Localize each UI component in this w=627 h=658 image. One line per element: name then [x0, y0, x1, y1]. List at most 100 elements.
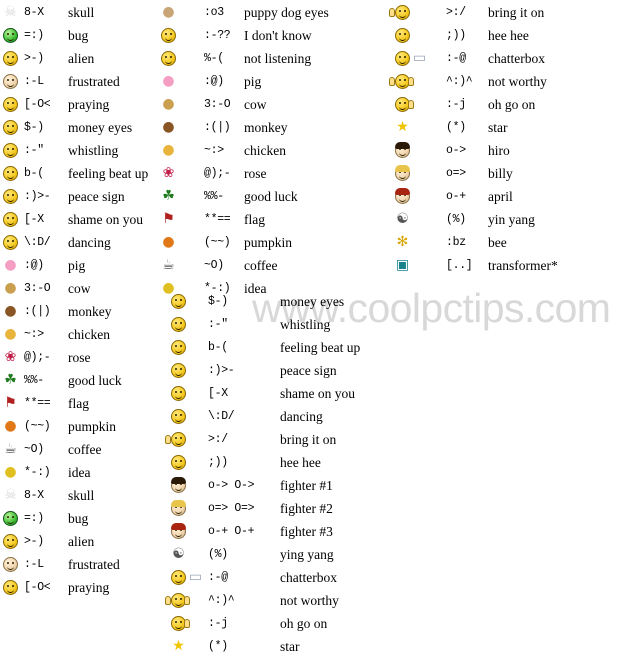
emoticon-shortcut-code: [-X	[208, 387, 228, 400]
hee-hee-emoticon[interactable]	[394, 27, 411, 44]
yin-yang-emoticon[interactable]: ☯	[394, 211, 411, 228]
emoticon-icon-cell: ✻	[394, 232, 446, 253]
emoticon-row: :-j oh go on	[170, 612, 400, 635]
cow-emoticon[interactable]: ●	[2, 280, 19, 297]
pig-emoticon[interactable]: ●	[160, 73, 177, 90]
flag-emoticon[interactable]: ⚑	[2, 395, 19, 412]
bring-it-on-emoticon[interactable]	[165, 431, 187, 448]
shame-on-you-emoticon[interactable]	[170, 385, 187, 402]
ying-yang-emoticon[interactable]: ☯	[170, 546, 187, 563]
chicken-emoticon[interactable]: ●	[160, 142, 177, 159]
emoticon-name-label: ying yang	[280, 546, 334, 562]
coffee-emoticon[interactable]: ☕	[2, 441, 19, 458]
pumpkin-emoticon[interactable]: ●	[160, 234, 177, 251]
idea-emoticon[interactable]: ●	[2, 464, 19, 481]
fighter-1-emoticon[interactable]	[170, 477, 187, 494]
emoticon-row: ☘ %%- good luck	[2, 369, 160, 392]
emoticon-row: ❀ @);- rose	[2, 346, 160, 369]
oh-go-on-emoticon[interactable]	[394, 96, 414, 113]
rose-emoticon[interactable]: ❀	[160, 165, 177, 182]
oh-go-on-emoticon[interactable]	[170, 615, 190, 632]
flag-emoticon[interactable]: ⚑	[160, 211, 177, 228]
peace-sign-emoticon[interactable]	[2, 188, 19, 205]
emoticon-name-label: hee hee	[488, 27, 529, 43]
hee-hee-emoticon[interactable]	[170, 454, 187, 471]
whistling-emoticon[interactable]	[2, 142, 19, 159]
pig-emoticon[interactable]: ●	[2, 257, 19, 274]
bring-it-on-emoticon[interactable]	[389, 4, 411, 21]
pumpkin-emoticon[interactable]: ●	[2, 418, 19, 435]
chicken-emoticon[interactable]: ●	[2, 326, 19, 343]
fighter-3-emoticon[interactable]	[170, 523, 187, 540]
feeling-beat-up-emoticon[interactable]	[2, 165, 19, 182]
frustrated-emoticon[interactable]	[2, 556, 19, 573]
emoticon-name-label: flag	[244, 211, 265, 227]
good-luck-emoticon[interactable]: ☘	[160, 188, 177, 205]
april-emoticon[interactable]	[394, 188, 411, 205]
emoticon-icon-cell: ☠	[2, 485, 24, 506]
emoticon-row: ❀ @);- rose	[160, 162, 354, 185]
emoticon-icon-cell	[170, 360, 208, 381]
not-worthy-emoticon[interactable]	[389, 73, 414, 90]
bug-emoticon[interactable]	[2, 510, 19, 527]
emoticon-name-label: not worthy	[280, 592, 339, 608]
money-eyes-emoticon[interactable]	[2, 119, 19, 136]
hiro-emoticon[interactable]	[394, 142, 411, 159]
not-listening-emoticon[interactable]	[160, 50, 177, 67]
star-emoticon[interactable]: ★	[170, 638, 187, 655]
emoticon-name-label: bee	[488, 234, 507, 250]
transformer-emoticon[interactable]: ▣	[394, 257, 411, 274]
feeling-beat-up-emoticon[interactable]	[170, 339, 187, 356]
frustrated-emoticon[interactable]	[2, 73, 19, 90]
emoticon-row: [-X shame on you	[2, 208, 160, 231]
skull-emoticon[interactable]: ☠	[2, 487, 19, 504]
praying-emoticon[interactable]	[2, 96, 19, 113]
money-eyes-emoticon[interactable]	[170, 293, 187, 310]
emoticon-name-label: peace sign	[280, 362, 337, 378]
cow-emoticon[interactable]: ●	[160, 96, 177, 113]
praying-emoticon[interactable]	[2, 579, 19, 596]
emoticon-name-label: skull	[68, 4, 95, 20]
bug-emoticon[interactable]	[2, 27, 19, 44]
peace-sign-emoticon[interactable]	[170, 362, 187, 379]
emoticon-row: ☯ (%) ying yang	[170, 543, 400, 566]
emoticon-name-label: pig	[68, 257, 86, 273]
chatterbox-emoticon[interactable]: ▭	[394, 50, 428, 67]
alien-emoticon[interactable]	[2, 533, 19, 550]
emoticon-icon-cell: ★	[394, 117, 446, 138]
emoticon-shortcut-code: [-O<	[24, 98, 51, 111]
emoticon-shortcut-code: [-O<	[24, 581, 51, 594]
rose-emoticon[interactable]: ❀	[2, 349, 19, 366]
chatterbox-emoticon[interactable]: ▭	[170, 569, 204, 586]
emoticon-shortcut-code: :-j	[446, 98, 466, 111]
fighter-2-emoticon[interactable]	[170, 500, 187, 517]
coffee-emoticon[interactable]: ☕	[160, 257, 177, 274]
monkey-emoticon[interactable]: ●	[2, 303, 19, 320]
star-emoticon[interactable]: ★	[394, 119, 411, 136]
emoticon-shortcut-code: o->	[446, 144, 466, 157]
emoticon-name-label: cow	[244, 96, 267, 112]
emoticon-row: ⚑ **== flag	[160, 208, 354, 231]
emoticon-shortcut-code: >-)	[24, 535, 44, 548]
emoticon-icon-cell	[170, 452, 208, 473]
alien-emoticon[interactable]	[2, 50, 19, 67]
emoticon-name-label: monkey	[244, 119, 288, 135]
emoticon-shortcut-code: **==	[24, 397, 51, 410]
whistling-emoticon[interactable]	[170, 316, 187, 333]
emoticon-icon-cell	[2, 94, 24, 115]
billy-emoticon[interactable]	[394, 165, 411, 182]
skull-emoticon[interactable]: ☠	[2, 4, 19, 21]
bee-emoticon[interactable]: ✻	[394, 234, 411, 251]
emoticon-row: =:) bug	[2, 24, 160, 47]
puppy-dog-eyes-emoticon[interactable]: ●	[160, 4, 177, 21]
not-worthy-emoticon[interactable]	[165, 592, 190, 609]
emoticon-icon-cell: ●	[160, 94, 204, 115]
good-luck-emoticon[interactable]: ☘	[2, 372, 19, 389]
shame-on-you-emoticon[interactable]	[2, 211, 19, 228]
emoticon-name-label: fighter #2	[280, 500, 333, 516]
emoticon-name-label: pumpkin	[244, 234, 293, 250]
dancing-emoticon[interactable]	[170, 408, 187, 425]
dancing-emoticon[interactable]	[2, 234, 19, 251]
i-dont-know-emoticon[interactable]	[160, 27, 177, 44]
monkey-emoticon[interactable]: ●	[160, 119, 177, 136]
